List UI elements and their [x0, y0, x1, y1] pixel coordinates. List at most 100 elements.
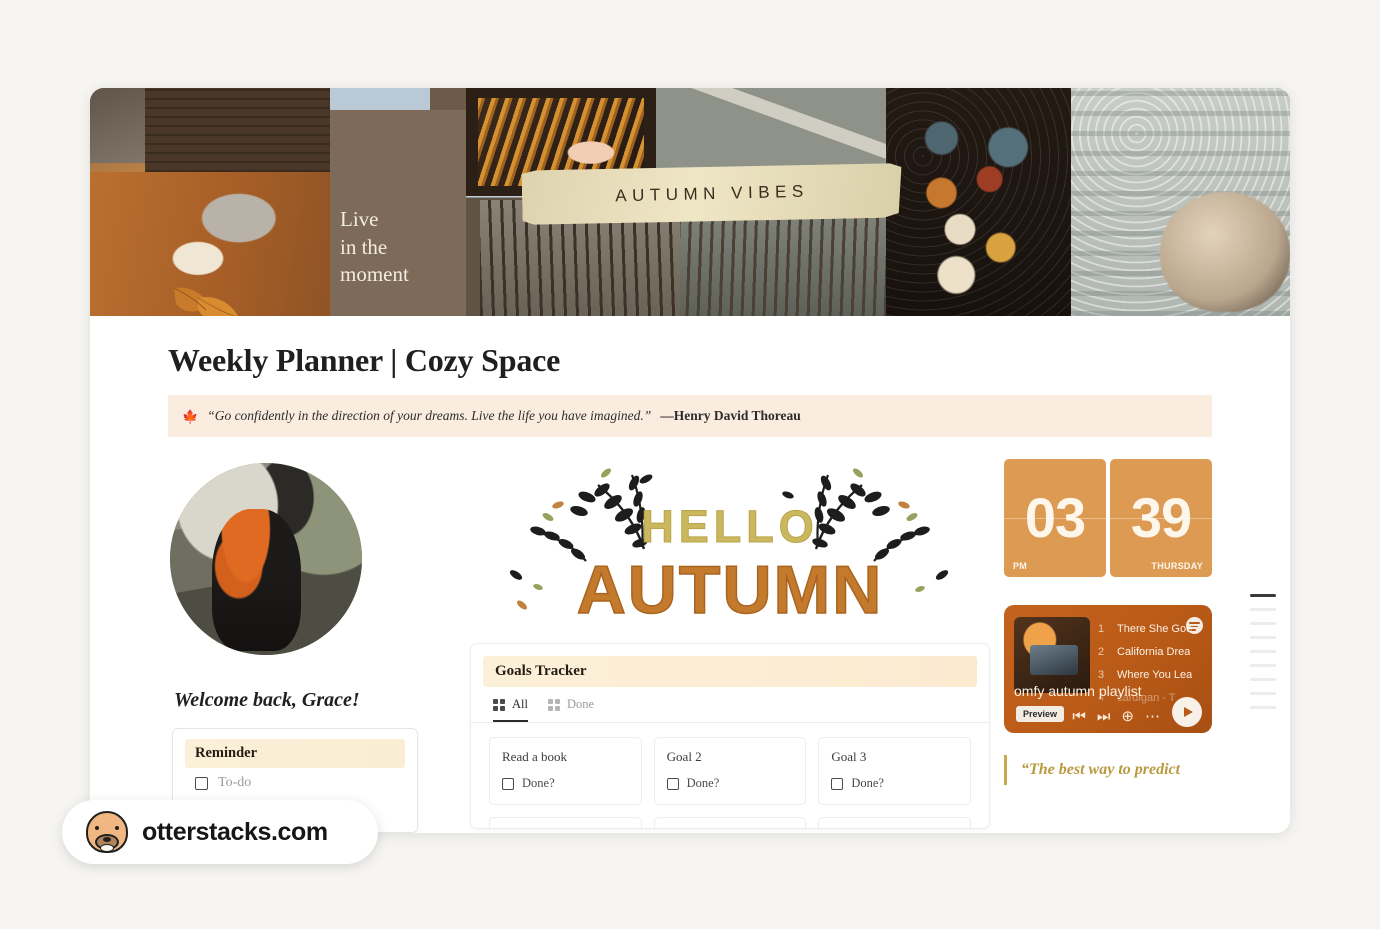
goal-card[interactable]: Read a book Done?: [489, 737, 642, 805]
goal-card[interactable]: Goal 4 Done?: [489, 817, 642, 828]
playlist-cover-art: [1014, 617, 1090, 693]
player-controls: ⏮ ⏭ ⊕ ⋯: [1072, 709, 1160, 724]
watermark-label: otterstacks.com: [142, 817, 328, 846]
clock-hour: 03: [1024, 486, 1086, 549]
goal-done-row[interactable]: Done?: [666, 776, 794, 791]
list-item[interactable]: To-do: [173, 768, 417, 798]
goal-card[interactable]: Goal 6 Done?: [818, 817, 971, 828]
secondary-quote-card: “The best way to predict: [1004, 755, 1212, 785]
outline-mark[interactable]: [1250, 678, 1276, 681]
clock-minute-panel: 39 THURSDAY: [1110, 459, 1212, 577]
banner-photo-window-rain: [1071, 88, 1290, 316]
goal-checkbox[interactable]: [666, 777, 679, 790]
goal-card-grid: Read a book Done? Goal 2 Done? Goal 3 Do…: [471, 723, 989, 828]
goals-tracker-title: Goals Tracker: [483, 656, 977, 687]
secondary-quote-text: “The best way to predict: [1021, 761, 1181, 778]
clock-meridiem: PM: [1013, 561, 1028, 571]
banner-photo-reading: [90, 88, 330, 316]
autumn-text: AUTUMN: [576, 551, 884, 629]
hello-text: HELLO: [641, 501, 819, 553]
track-index: 1: [1098, 622, 1105, 635]
planner-app-card: Live in the moment AUTUMN VIBES Weekly P…: [90, 88, 1290, 833]
otterstacks-watermark: otterstacks.com: [62, 800, 378, 864]
grid-icon: [493, 698, 505, 711]
hello-autumn-artwork: HELLO AUTUMN: [470, 457, 990, 635]
track-name: California Drea: [1117, 645, 1191, 658]
clock-minute: 39: [1130, 486, 1192, 549]
track-name: There She Goe: [1117, 622, 1193, 635]
add-icon[interactable]: ⊕: [1121, 709, 1134, 724]
left-column: Welcome back, Grace! Reminder To-do To-d…: [168, 459, 436, 833]
maple-leaf-icon: 🍁: [182, 408, 199, 424]
autumn-leaf-icon: [173, 287, 238, 316]
otter-eye-left: [95, 826, 99, 830]
outline-mark[interactable]: [1250, 692, 1276, 695]
outline-mark[interactable]: [1250, 608, 1276, 611]
middle-column: HELLO AUTUMN Goals Tracker All Done Read…: [436, 459, 1004, 833]
play-icon[interactable]: [1172, 697, 1202, 727]
outline-mark[interactable]: [1250, 594, 1276, 597]
right-column: 03 PM 39 THURSDAY 1 There She Goe 2 Cali…: [1004, 459, 1212, 833]
tab-all[interactable]: All: [493, 697, 528, 722]
banner-photo-bokeh-rain: [886, 88, 1071, 316]
header-quote-text: “Go confidently in the direction of your…: [207, 408, 652, 423]
autumn-vibes-tape: AUTUMN VIBES: [521, 161, 902, 226]
goals-tracker-card: Goals Tracker All Done Read a book Done?…: [470, 643, 990, 829]
next-track-icon[interactable]: ⏭: [1097, 709, 1111, 724]
outline-mark[interactable]: [1250, 622, 1276, 625]
outline-mark[interactable]: [1250, 650, 1276, 653]
tab-done-label: Done: [566, 697, 595, 711]
goal-title: Goal 2: [666, 749, 702, 764]
clock-hour-panel: 03 PM: [1004, 459, 1106, 577]
reminder-title: Reminder: [185, 739, 405, 768]
header-quote-author: —Henry David Thoreau: [660, 408, 801, 423]
document-outline-indicator[interactable]: [1250, 594, 1276, 720]
goal-card[interactable]: Goal 5 Done?: [653, 817, 807, 828]
goal-checkbox[interactable]: [502, 777, 514, 790]
otter-eye-right: [115, 826, 119, 830]
page-title: Weekly Planner | Cozy Space: [168, 342, 561, 378]
todo-checkbox[interactable]: [195, 776, 208, 790]
live-line-1: Live: [340, 207, 379, 231]
todo-label: To-do: [218, 775, 252, 790]
grid-icon: [547, 698, 560, 711]
spotify-player-widget[interactable]: 1 There She Goe 2 California Drea 3 Wher…: [1004, 605, 1212, 733]
outline-mark[interactable]: [1250, 706, 1276, 709]
flip-clock-widget: 03 PM 39 THURSDAY: [1004, 459, 1212, 577]
goal-done-label: Done?: [686, 776, 720, 790]
goal-card[interactable]: Goal 3 Done?: [818, 737, 971, 805]
goal-card[interactable]: Goal 2 Done?: [653, 737, 807, 805]
preview-button[interactable]: Preview: [1016, 706, 1065, 722]
welcome-message: Welcome back, Grace!: [174, 689, 360, 711]
list-item[interactable]: 2 California Drea: [1098, 640, 1200, 663]
goal-title: Goal 3: [831, 749, 867, 764]
goal-done-label: Done?: [851, 776, 884, 790]
goal-checkbox[interactable]: [831, 777, 844, 790]
track-index: 2: [1098, 645, 1105, 658]
avatar: [170, 463, 362, 655]
dashboard-columns: Welcome back, Grace! Reminder To-do To-d…: [168, 459, 1212, 833]
outline-mark[interactable]: [1250, 664, 1276, 667]
track-name: Where You Lea: [1117, 668, 1193, 681]
otter-mouth: [100, 844, 114, 852]
goal-done-row[interactable]: Done?: [831, 776, 958, 791]
previous-track-icon[interactable]: ⏮: [1072, 709, 1086, 724]
playlist-title: omfy autumn playlist: [1014, 683, 1142, 699]
header-quote-bar: 🍁 “Go confidently in the direction of yo…: [168, 395, 1212, 437]
tab-all-label: All: [512, 697, 528, 711]
list-item[interactable]: 1 There She Goe: [1098, 617, 1200, 640]
tab-done[interactable]: Done: [547, 697, 595, 722]
more-options-icon[interactable]: ⋯: [1145, 709, 1160, 724]
header-banner-collage: Live in the moment AUTUMN VIBES: [90, 88, 1290, 316]
outline-mark[interactable]: [1250, 636, 1276, 639]
goal-done-row[interactable]: Done?: [502, 776, 629, 791]
goal-title: Read a book: [502, 749, 567, 764]
otter-nose: [103, 837, 111, 842]
goal-done-label: Done?: [522, 776, 555, 790]
track-index: 3: [1098, 668, 1105, 681]
clock-weekday: THURSDAY: [1151, 561, 1203, 571]
otter-logo-icon: [86, 811, 128, 853]
banner-live-in-the-moment: Live in the moment: [340, 206, 460, 289]
autumn-vibes-label: AUTUMN VIBES: [615, 181, 809, 206]
live-line-2: in the: [340, 234, 388, 259]
